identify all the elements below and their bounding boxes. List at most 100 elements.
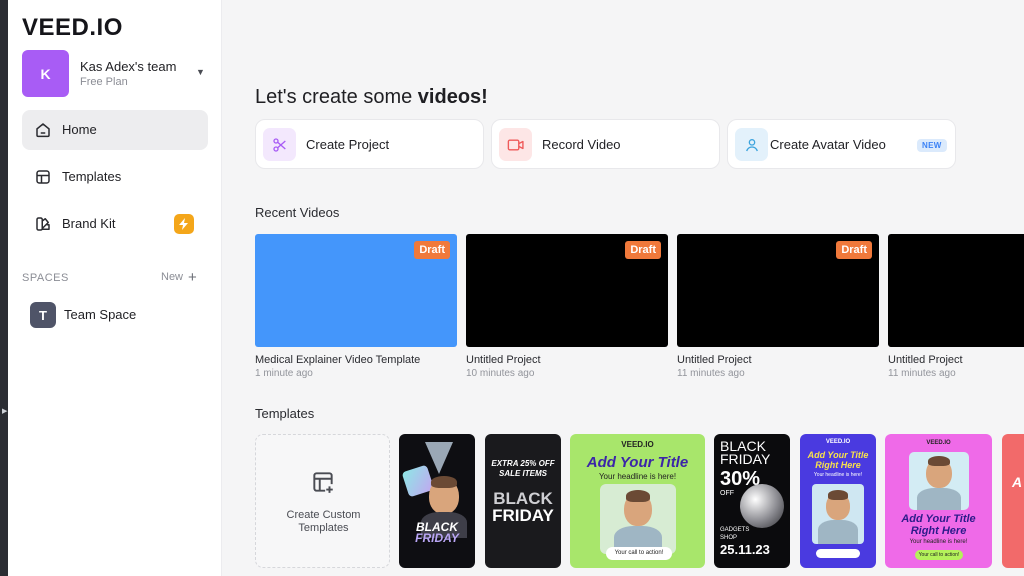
space-item-team-space[interactable]: T Team Space [22, 301, 208, 329]
custom-template-line1: Create Custom [286, 509, 361, 521]
tpl3-title: Add Your Title [586, 454, 689, 471]
video-title[interactable]: Untitled Project [466, 354, 668, 366]
user-icon [735, 128, 768, 161]
template-card[interactable]: BLACK FRIDAY 30% OFF GADGETS SHOP 25.11.… [714, 434, 790, 568]
tpl6-cta: Your call to action! [915, 550, 963, 560]
video-timestamp: 1 minute ago [255, 368, 313, 379]
tpl6-title2: Right Here [910, 525, 967, 537]
caret-down-icon: ▼ [196, 67, 205, 77]
sidebar-item-home[interactable]: Home [22, 110, 208, 150]
video-card[interactable]: Draft Medical Explainer Video Template 1… [255, 234, 457, 379]
tpl4-line2: FRIDAY [720, 451, 771, 467]
tpl3-subtitle: Your headline is here! [598, 472, 677, 481]
page-title-prefix: Let's create some [255, 86, 418, 108]
video-timestamp: 10 minutes ago [466, 368, 535, 379]
template-card[interactable]: VEED.IO Add Your Title Right Here Your h… [800, 434, 876, 568]
tpl4-line5: GADGETS [720, 527, 750, 533]
create-avatar-label: Create Avatar Video [770, 137, 886, 152]
template-card[interactable]: A [1002, 434, 1024, 568]
sidebar-item-label: Home [62, 122, 97, 137]
tpl7-letter: A [1012, 474, 1023, 490]
team-avatar: K [22, 50, 69, 97]
custom-template-label: Create Custom Templates [256, 509, 391, 535]
plus-icon: + [188, 268, 197, 286]
team-plan: Free Plan [80, 76, 128, 88]
left-edge-strip: ▶ [0, 0, 8, 576]
draft-badge: Draft [836, 241, 872, 259]
draft-badge: Draft [414, 241, 450, 259]
person-shirt [818, 520, 858, 544]
app-logo[interactable]: VEED.IO [22, 14, 123, 42]
tpl1-line2: FRIDAY [415, 531, 459, 545]
tpl2-line4: FRIDAY [492, 506, 554, 525]
record-video-label: Record Video [542, 137, 621, 152]
tpl3-cta: Your call to action! [606, 547, 672, 560]
create-project-label: Create Project [306, 137, 390, 152]
space-label: Team Space [64, 307, 137, 322]
custom-template-line2: Templates [298, 522, 349, 534]
video-thumbnail[interactable] [888, 234, 1024, 347]
expand-arrow-icon[interactable]: ▶ [2, 407, 7, 415]
page-title: Let's create some videos! [255, 86, 488, 109]
sidebar-item-templates[interactable]: Templates [22, 157, 208, 197]
layout-icon [36, 170, 50, 184]
team-switcher[interactable]: K Kas Adex's team Free Plan ▼ [22, 50, 208, 98]
tpl6-photo-frame [909, 452, 969, 510]
sidebar-item-brand-kit[interactable]: Brand Kit [22, 204, 208, 244]
tpl2-line1: EXTRA 25% OFF [491, 459, 555, 468]
record-video-button[interactable]: Record Video [491, 119, 720, 169]
draft-badge: Draft [625, 241, 661, 259]
page-title-emphasis: videos! [417, 86, 488, 108]
tpl4-off: OFF [720, 490, 734, 497]
template-card[interactable]: VEED.IO Add Your Title Your headline is … [570, 434, 705, 568]
video-title[interactable]: Medical Explainer Video Template [255, 354, 457, 366]
person-photo [624, 489, 652, 526]
person-photo [926, 456, 952, 488]
person-photo [429, 475, 459, 514]
sidebar-item-label: Brand Kit [62, 216, 116, 231]
video-timestamp: 11 minutes ago [888, 368, 956, 379]
new-space-label: New [161, 271, 184, 283]
video-thumbnail[interactable]: Draft [255, 234, 457, 347]
pyramid-shape [425, 442, 453, 474]
tpl5-cta-pill [816, 549, 860, 558]
template-card[interactable]: BLACK FRIDAY [399, 434, 475, 568]
tpl3-photo-frame [600, 484, 676, 554]
template-card[interactable]: VEED.IO Add Your Title Right Here Your h… [885, 434, 992, 568]
video-thumbnail[interactable]: Draft [677, 234, 879, 347]
create-avatar-video-button[interactable]: Create Avatar Video NEW [727, 119, 956, 169]
sidebar-item-label: Templates [62, 169, 122, 184]
video-card[interactable]: Draft Untitled Project 11 minutes ago [677, 234, 879, 379]
tpl5-subtitle: Your headline is here! [813, 472, 863, 478]
templates-heading: Templates [255, 406, 315, 421]
tpl3-brand: VEED.IO [621, 440, 654, 449]
lightning-icon [179, 218, 188, 230]
person-photo [826, 490, 850, 520]
video-title[interactable]: Untitled Project [677, 354, 879, 366]
template-card[interactable]: EXTRA 25% OFF SALE ITEMS BLACK FRIDAY [485, 434, 561, 568]
tpl5-photo-frame [812, 484, 864, 544]
metal-sphere-shape [740, 484, 784, 528]
create-custom-template-button[interactable]: Create Custom Templates [255, 434, 390, 568]
tpl4-line6: SHOP [720, 535, 738, 541]
tpl4-date: 25.11.23 [720, 542, 770, 557]
video-timestamp: 11 minutes ago [677, 368, 745, 379]
scissors-icon [263, 128, 296, 161]
home-icon [36, 123, 50, 138]
video-thumbnail[interactable]: Draft [466, 234, 668, 347]
spaces-heading: SPACES [22, 272, 69, 284]
tpl5-title2: Right Here [815, 460, 861, 470]
person-shirt [917, 488, 961, 510]
tpl5-brand: VEED.IO [825, 439, 851, 445]
tpl6-subtitle: Your headline is here! [909, 539, 968, 545]
video-card[interactable]: Untitled Project 11 minutes ago [888, 234, 1024, 379]
add-template-icon [313, 472, 333, 493]
new-space-button[interactable]: New + [161, 268, 197, 286]
upgrade-badge [174, 214, 194, 234]
tpl2-line2: SALE ITEMS [498, 469, 547, 478]
main-content: Let's create some videos! Create Project… [222, 0, 1024, 576]
video-card[interactable]: Draft Untitled Project 10 minutes ago [466, 234, 668, 379]
video-title[interactable]: Untitled Project [888, 354, 1024, 366]
create-project-button[interactable]: Create Project [255, 119, 484, 169]
team-name: Kas Adex's team [80, 59, 177, 74]
